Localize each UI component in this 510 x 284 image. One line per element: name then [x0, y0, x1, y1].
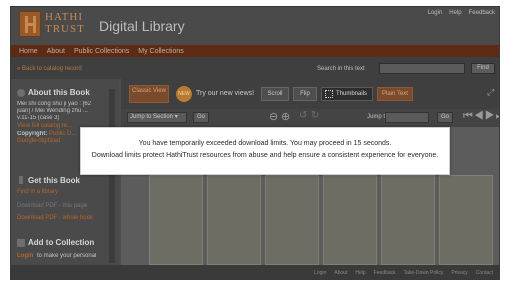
page-nav: ⏮◀▶⏭ [463, 110, 499, 123]
main-nav: Home About Public Collections My Collect… [11, 45, 499, 57]
copyright-value-link[interactable]: Public D... [49, 131, 76, 137]
footer-help-link[interactable]: Help [355, 270, 365, 276]
book-title-line2: juan] / Mei Wending zhu ... [17, 108, 88, 114]
footer-about-link[interactable]: About [334, 270, 347, 276]
page-thumbnail[interactable] [265, 175, 319, 265]
back-to-catalog-link[interactable]: « Back to catalog record [17, 66, 82, 72]
search-input[interactable] [379, 63, 465, 74]
header: HATHI TRUST Digital Library Login Help F… [11, 7, 499, 45]
thumbnail-icon [325, 90, 333, 98]
logo-line1: HATHI [45, 11, 83, 23]
classic-view-button[interactable]: Classic View [129, 85, 169, 103]
logo-icon[interactable] [19, 11, 41, 37]
page-thumbnail[interactable] [207, 175, 261, 265]
thumbnail-view-button[interactable]: Thumbnails [321, 87, 373, 101]
collection-icon [17, 239, 25, 247]
catalog-record-link[interactable]: View full catalog re... [17, 123, 72, 129]
thumbnail-label: Thumbnails [336, 91, 368, 97]
new-badge: NEW [176, 86, 192, 102]
rotate-left-icon[interactable]: ↺ [299, 110, 307, 121]
footer-login-link[interactable]: Login [314, 270, 326, 276]
login-hint: to make your personal [37, 253, 97, 259]
zoom-in-icon[interactable]: ⊕ [281, 110, 290, 123]
dialog-message-line2: Download limits protect HathiTrust resou… [91, 152, 439, 159]
page-thumbnail[interactable] [439, 175, 493, 265]
footer-contact-link[interactable]: Contact [476, 270, 493, 276]
expand-icon[interactable]: ⤢ [487, 87, 497, 97]
footer-privacy-link[interactable]: Privacy [451, 270, 467, 276]
page-thumbnail[interactable] [149, 175, 203, 265]
jump-section-label: Jump to Section [130, 114, 174, 120]
find-in-library-link[interactable]: Find in a library [17, 189, 58, 195]
rotate-right-icon[interactable]: ↻ [311, 110, 319, 121]
nav-item-about[interactable]: About [47, 48, 65, 55]
add-collection-heading: Add to Collection [28, 238, 95, 247]
nav-item-home[interactable]: Home [19, 48, 38, 55]
brand-suffix: Digital Library [99, 18, 185, 34]
footer-feedback-link[interactable]: Feedback [374, 270, 396, 276]
login-link[interactable]: Login [428, 10, 443, 16]
download-pdf-whole-link[interactable]: Download PDF - whole book [17, 215, 93, 221]
try-new-views-text: Try our new views! [196, 90, 255, 97]
copyright-label: Copyright: [17, 131, 48, 137]
footer: Login About Help Feedback Take-Down Poli… [11, 265, 499, 279]
page-go-button[interactable]: Go [437, 112, 453, 123]
get-book-heading: Get this Book [28, 176, 81, 185]
first-page-icon[interactable]: ⏮ [463, 110, 474, 122]
search-label: Search in this text [317, 66, 365, 72]
book-title-line1: Mei shi cong shu ji yao : [62 [17, 101, 92, 107]
login-link-sidebar[interactable]: Login [17, 253, 33, 259]
page-thumbnail[interactable] [323, 175, 377, 265]
download-pdf-page-link[interactable]: Download PDF - this page [17, 203, 87, 209]
nav-item-public-collections[interactable]: Public Collections [74, 48, 129, 55]
dialog-message-line1: You have temporarily exceeded download l… [138, 140, 392, 147]
jump-to-page-input[interactable] [385, 112, 429, 123]
find-button[interactable]: Find [471, 63, 495, 74]
logo-line2: TRUST [45, 23, 85, 35]
scroll-view-button[interactable]: Scroll [261, 87, 289, 101]
sub-bar: « Back to catalog record Search in this … [11, 57, 499, 79]
flip-view-button[interactable]: Flip [293, 87, 317, 101]
help-link[interactable]: Help [449, 10, 461, 16]
next-page-icon[interactable]: ▶ [485, 110, 496, 122]
sidebar-scrollbar[interactable] [109, 89, 115, 263]
section-go-button[interactable]: Go [193, 112, 209, 123]
download-icon [19, 176, 23, 184]
jump-to-section-select[interactable]: Jump to Section ▾ [127, 112, 187, 123]
zoom-out-icon[interactable]: ⊖ [269, 110, 278, 123]
plain-text-button[interactable]: Plain Text [377, 87, 413, 101]
controls-bar: Jump to Section ▾ Go ⊖ ⊕ ↺ ↻ Jump to Go … [121, 109, 499, 127]
page-thumbnail[interactable] [381, 175, 435, 265]
view-toolbar: Classic View NEW Try our new views! Scro… [121, 79, 499, 109]
prev-page-icon[interactable]: ◀ [474, 110, 485, 122]
about-heading: About this Book [28, 88, 90, 97]
download-limit-dialog: You have temporarily exceeded download l… [80, 127, 450, 175]
google-digitized-link[interactable]: Google-digitized [17, 138, 60, 144]
info-icon [17, 89, 25, 97]
top-links: Login Help Feedback [428, 10, 495, 16]
feedback-link[interactable]: Feedback [469, 10, 495, 16]
footer-takedown-link[interactable]: Take-Down Policy [404, 270, 444, 276]
logo-wordmark[interactable]: HATHI TRUST [45, 11, 85, 35]
last-page-icon[interactable]: ⏭ [496, 110, 499, 122]
nav-item-my-collections[interactable]: My Collections [138, 48, 184, 55]
browser-viewport: HATHI TRUST Digital Library Login Help F… [10, 6, 500, 280]
book-volume: v.11-15 (case 3) [17, 115, 60, 121]
